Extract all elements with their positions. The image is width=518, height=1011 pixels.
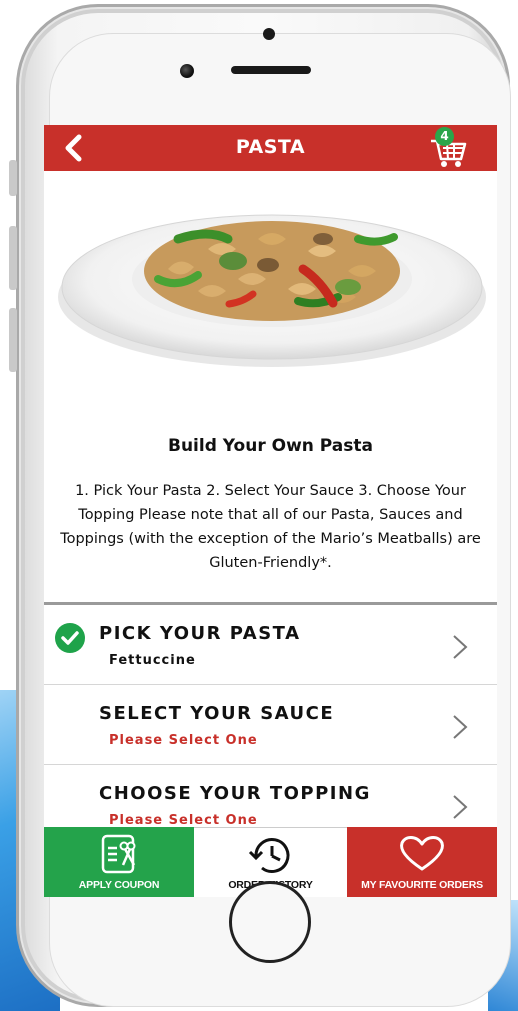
front-camera [180, 64, 194, 78]
apply-coupon-button[interactable]: APPLY COUPON [44, 827, 194, 897]
product-description: 1. Pick Your Pasta 2. Select Your Sauce … [60, 483, 481, 571]
chevron-right-icon [453, 715, 468, 739]
mute-switch [9, 160, 17, 196]
option-pick-pasta[interactable]: PICK YOUR PASTA Fettuccine [44, 605, 497, 685]
app-screen: PASTA 4 Build Your Own Pasta 1. Pick You… [44, 125, 497, 897]
favourite-orders-button[interactable]: MY FAVOURITE ORDERS [347, 827, 497, 897]
volume-down-button [9, 308, 17, 372]
option-select-sauce[interactable]: SELECT YOUR SAUCE Please Select One [44, 685, 497, 765]
coupon-scissors-icon [101, 834, 136, 874]
heart-icon [400, 836, 444, 871]
volume-up-button [9, 226, 17, 290]
product-title: Build Your Own Pasta [167, 436, 373, 456]
pasta-dish-image [58, 214, 486, 367]
chevron-right-icon [453, 635, 468, 659]
clock-history-icon [248, 838, 289, 873]
check-icon [61, 631, 79, 645]
top-navigation-bar: PASTA 4 [44, 125, 497, 171]
completed-check-badge [55, 623, 85, 653]
option-title: SELECT YOUR SAUCE [99, 703, 335, 724]
option-required-hint: Please Select One [109, 733, 258, 748]
option-title: PICK YOUR PASTA [99, 623, 301, 644]
cart-count-badge: 4 [435, 127, 454, 146]
option-required-hint: Please Select One [109, 813, 258, 828]
earpiece-speaker [231, 66, 311, 74]
proximity-sensor [263, 28, 275, 40]
option-selected-value: Fettuccine [109, 653, 196, 668]
favourite-orders-label: MY FAVOURITE ORDERS [361, 879, 483, 891]
apply-coupon-label: APPLY COUPON [78, 879, 160, 891]
cart-button[interactable]: 4 [427, 127, 471, 169]
home-button[interactable] [229, 881, 311, 963]
option-title: CHOOSE YOUR TOPPING [99, 783, 371, 804]
chevron-right-icon [453, 795, 468, 819]
